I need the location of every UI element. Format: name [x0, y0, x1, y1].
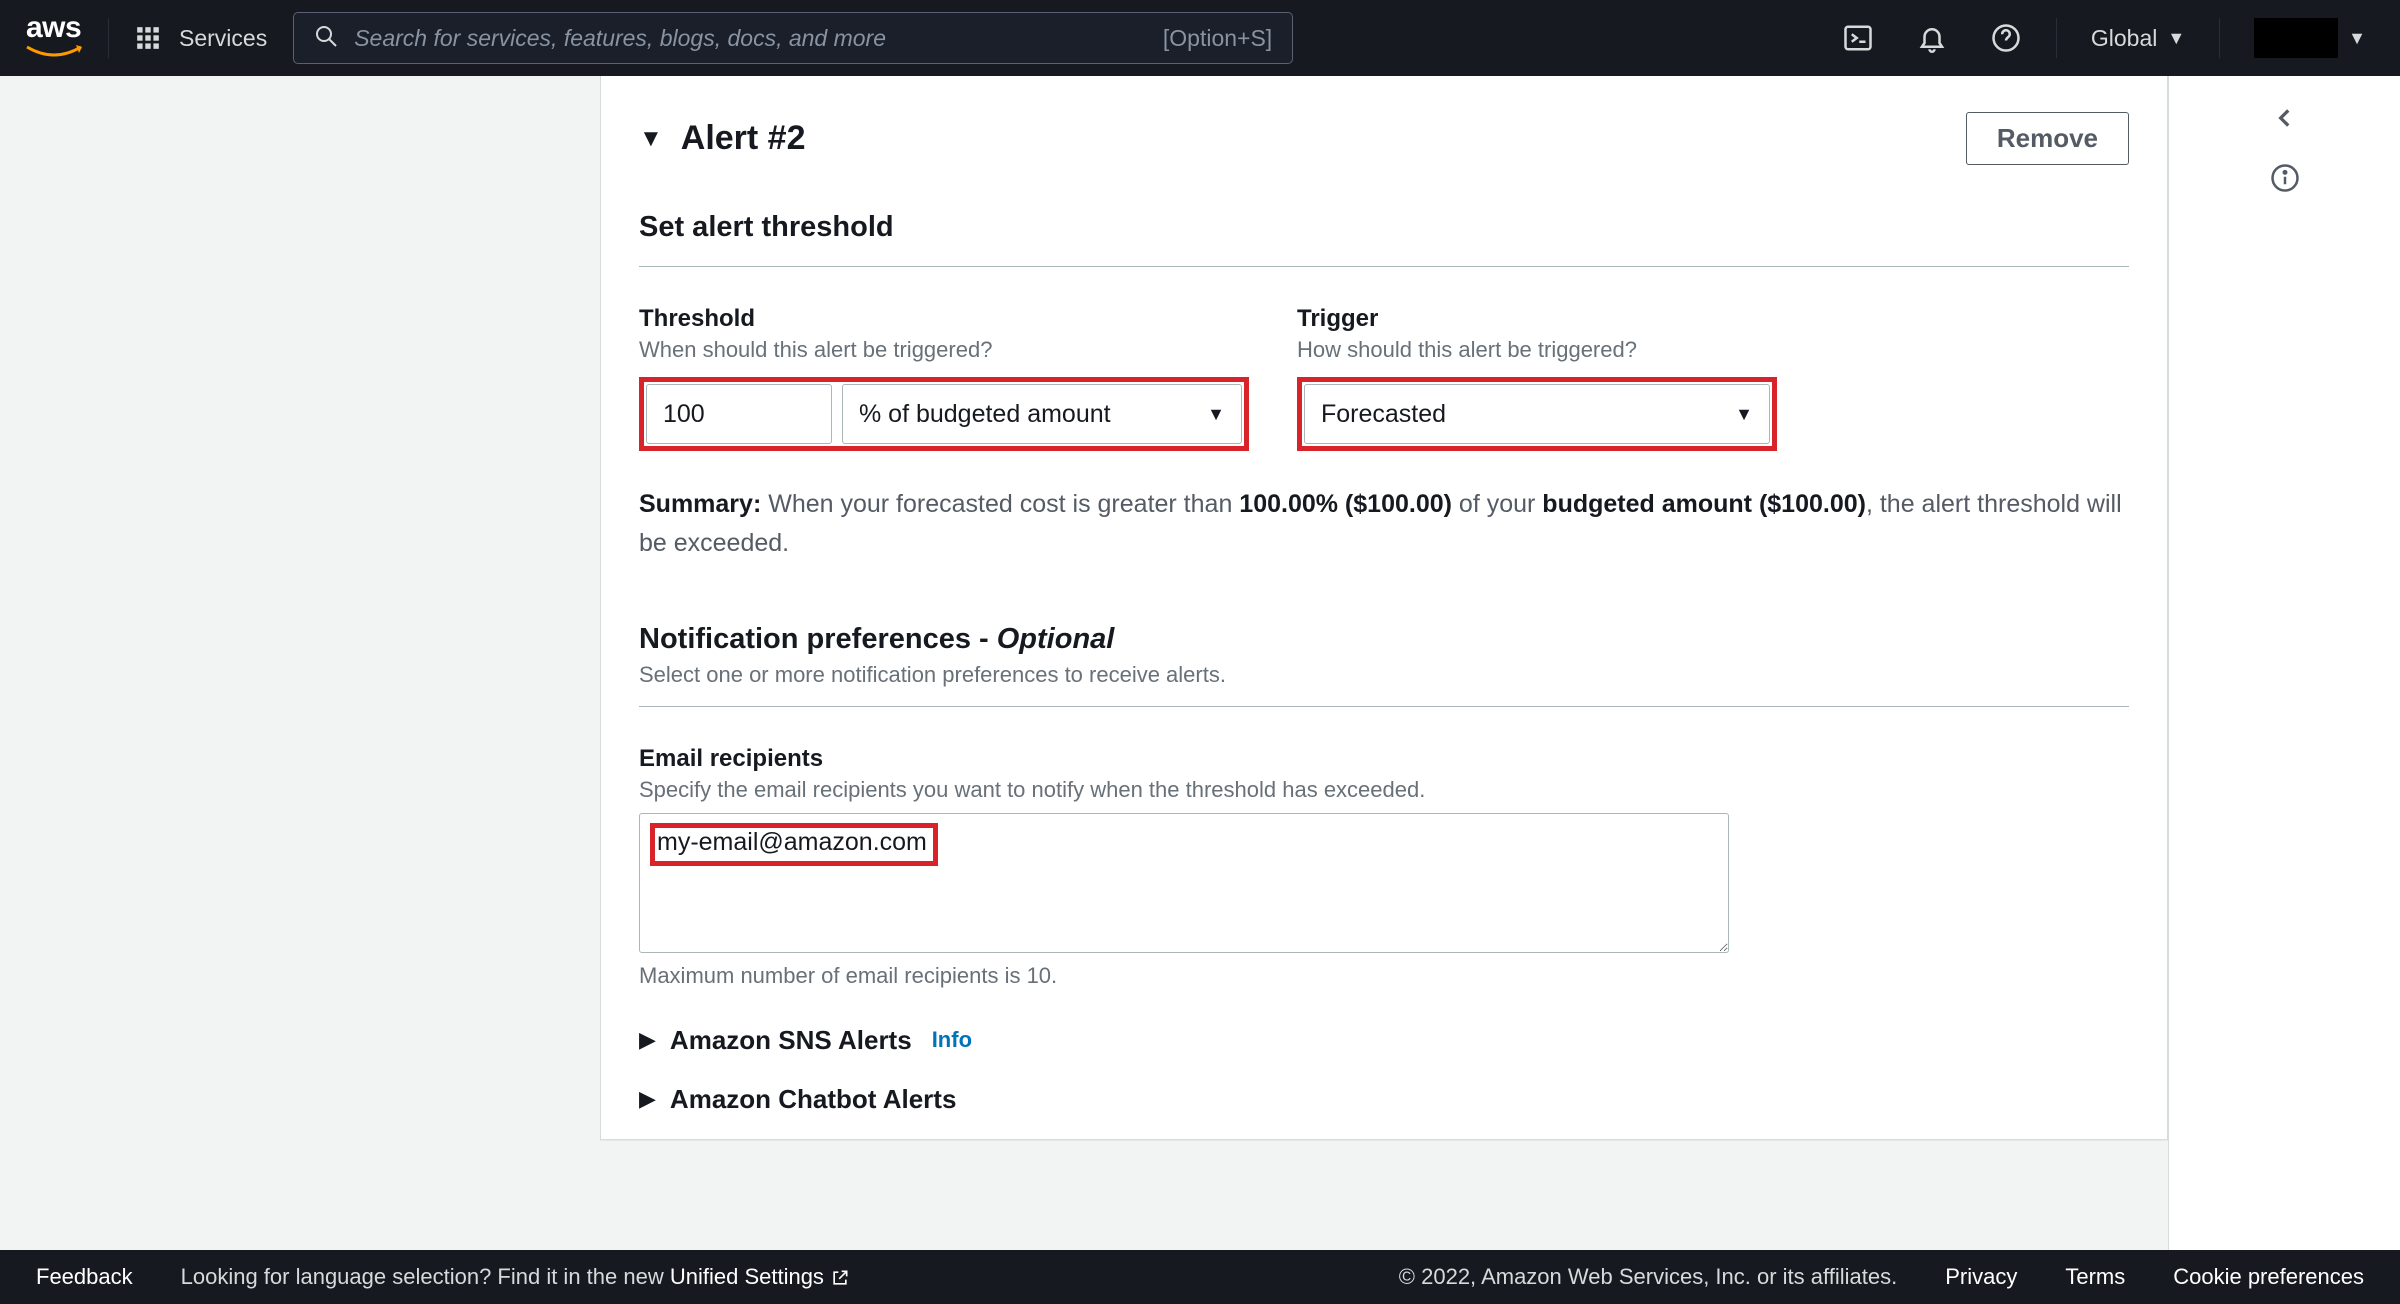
footer: Feedback Looking for language selection?… [0, 1250, 2400, 1304]
threshold-hint: When should this alert be triggered? [639, 337, 1249, 363]
caret-down-icon: ▼ [1735, 404, 1753, 425]
sns-info-link[interactable]: Info [932, 1027, 972, 1053]
threshold-unit-label: % of budgeted amount [859, 400, 1111, 429]
divider [639, 706, 2129, 707]
region-label: Global [2091, 25, 2157, 52]
remove-button[interactable]: Remove [1966, 112, 2129, 165]
services-link[interactable]: Services [179, 25, 267, 52]
threshold-value: 100 [663, 400, 705, 429]
section-notif-title: Notification preferences - Optional [639, 623, 2129, 656]
top-nav: aws Services [Option+S] Global ▼ ▼ [0, 0, 2400, 76]
help-icon[interactable] [1982, 14, 2030, 62]
sns-label: Amazon SNS Alerts [670, 1025, 912, 1056]
notif-hint: Select one or more notification preferen… [639, 662, 2129, 688]
rail-info-icon[interactable] [2265, 158, 2305, 198]
caret-down-icon: ▼ [1207, 404, 1225, 425]
threshold-highlight: 100 % of budgeted amount ▼ [639, 377, 1249, 451]
email-recipients-input[interactable]: my-email@amazon.com [639, 813, 1729, 953]
search-icon [314, 24, 338, 53]
trigger-value: Forecasted [1321, 400, 1446, 429]
cookie-prefs-link[interactable]: Cookie preferences [2173, 1264, 2364, 1290]
feedback-link[interactable]: Feedback [36, 1264, 133, 1290]
cloudshell-icon[interactable] [1834, 14, 1882, 62]
nav-divider [2219, 18, 2220, 58]
threshold-unit-select[interactable]: % of budgeted amount ▼ [842, 384, 1242, 444]
unified-settings-link[interactable]: Unified Settings [670, 1264, 850, 1289]
email-value: my-email@amazon.com [657, 828, 927, 856]
nav-divider [2056, 18, 2057, 58]
external-link-icon [830, 1268, 850, 1288]
chatbot-label: Amazon Chatbot Alerts [670, 1084, 957, 1115]
privacy-link[interactable]: Privacy [1945, 1264, 2017, 1290]
trigger-highlight: Forecasted ▼ [1297, 377, 1777, 451]
caret-down-icon: ▼ [2167, 28, 2185, 49]
threshold-label: Threshold [639, 305, 1249, 333]
account-redacted [2254, 18, 2338, 58]
summary-text: Summary: When your forecasted cost is gr… [639, 485, 2129, 563]
terms-link[interactable]: Terms [2065, 1264, 2125, 1290]
footer-lang-hint: Looking for language selection? Find it … [181, 1264, 850, 1290]
divider [639, 266, 2129, 267]
trigger-select[interactable]: Forecasted ▼ [1304, 384, 1770, 444]
alert-title: Alert #2 [681, 119, 806, 158]
search-shortcut: [Option+S] [1163, 25, 1272, 52]
footer-copyright: © 2022, Amazon Web Services, Inc. or its… [1399, 1264, 1897, 1290]
trigger-label: Trigger [1297, 305, 1777, 333]
aws-logo[interactable]: aws [26, 11, 82, 66]
account-menu[interactable]: ▼ [2246, 18, 2374, 58]
sns-alerts-expander[interactable]: ▶ Amazon SNS Alerts Info [639, 1025, 2129, 1056]
notifications-icon[interactable] [1908, 14, 1956, 62]
expand-caret-icon: ▶ [639, 1027, 656, 1053]
global-search[interactable]: [Option+S] [293, 12, 1293, 64]
region-selector[interactable]: Global ▼ [2083, 25, 2193, 52]
services-grid-icon[interactable] [135, 25, 161, 51]
caret-down-icon: ▼ [2348, 28, 2366, 49]
chatbot-alerts-expander[interactable]: ▶ Amazon Chatbot Alerts [639, 1084, 2129, 1115]
nav-divider [108, 18, 109, 58]
section-threshold-title: Set alert threshold [639, 211, 2129, 244]
email-hint: Specify the email recipients you want to… [639, 777, 2129, 803]
collapse-caret-icon: ▼ [639, 125, 663, 153]
threshold-input[interactable]: 100 [646, 384, 832, 444]
rail-collapse-icon[interactable] [2265, 98, 2305, 138]
email-label: Email recipients [639, 745, 2129, 773]
alert-card: ▼ Alert #2 Remove Set alert threshold Th… [600, 76, 2168, 1140]
alert-header-toggle[interactable]: ▼ Alert #2 [639, 119, 806, 158]
email-max-hint: Maximum number of email recipients is 10… [639, 963, 2129, 989]
right-rail [2168, 76, 2400, 1250]
email-highlight: my-email@amazon.com [650, 823, 938, 866]
search-input[interactable] [354, 25, 1147, 52]
trigger-hint: How should this alert be triggered? [1297, 337, 1777, 363]
expand-caret-icon: ▶ [639, 1086, 656, 1112]
